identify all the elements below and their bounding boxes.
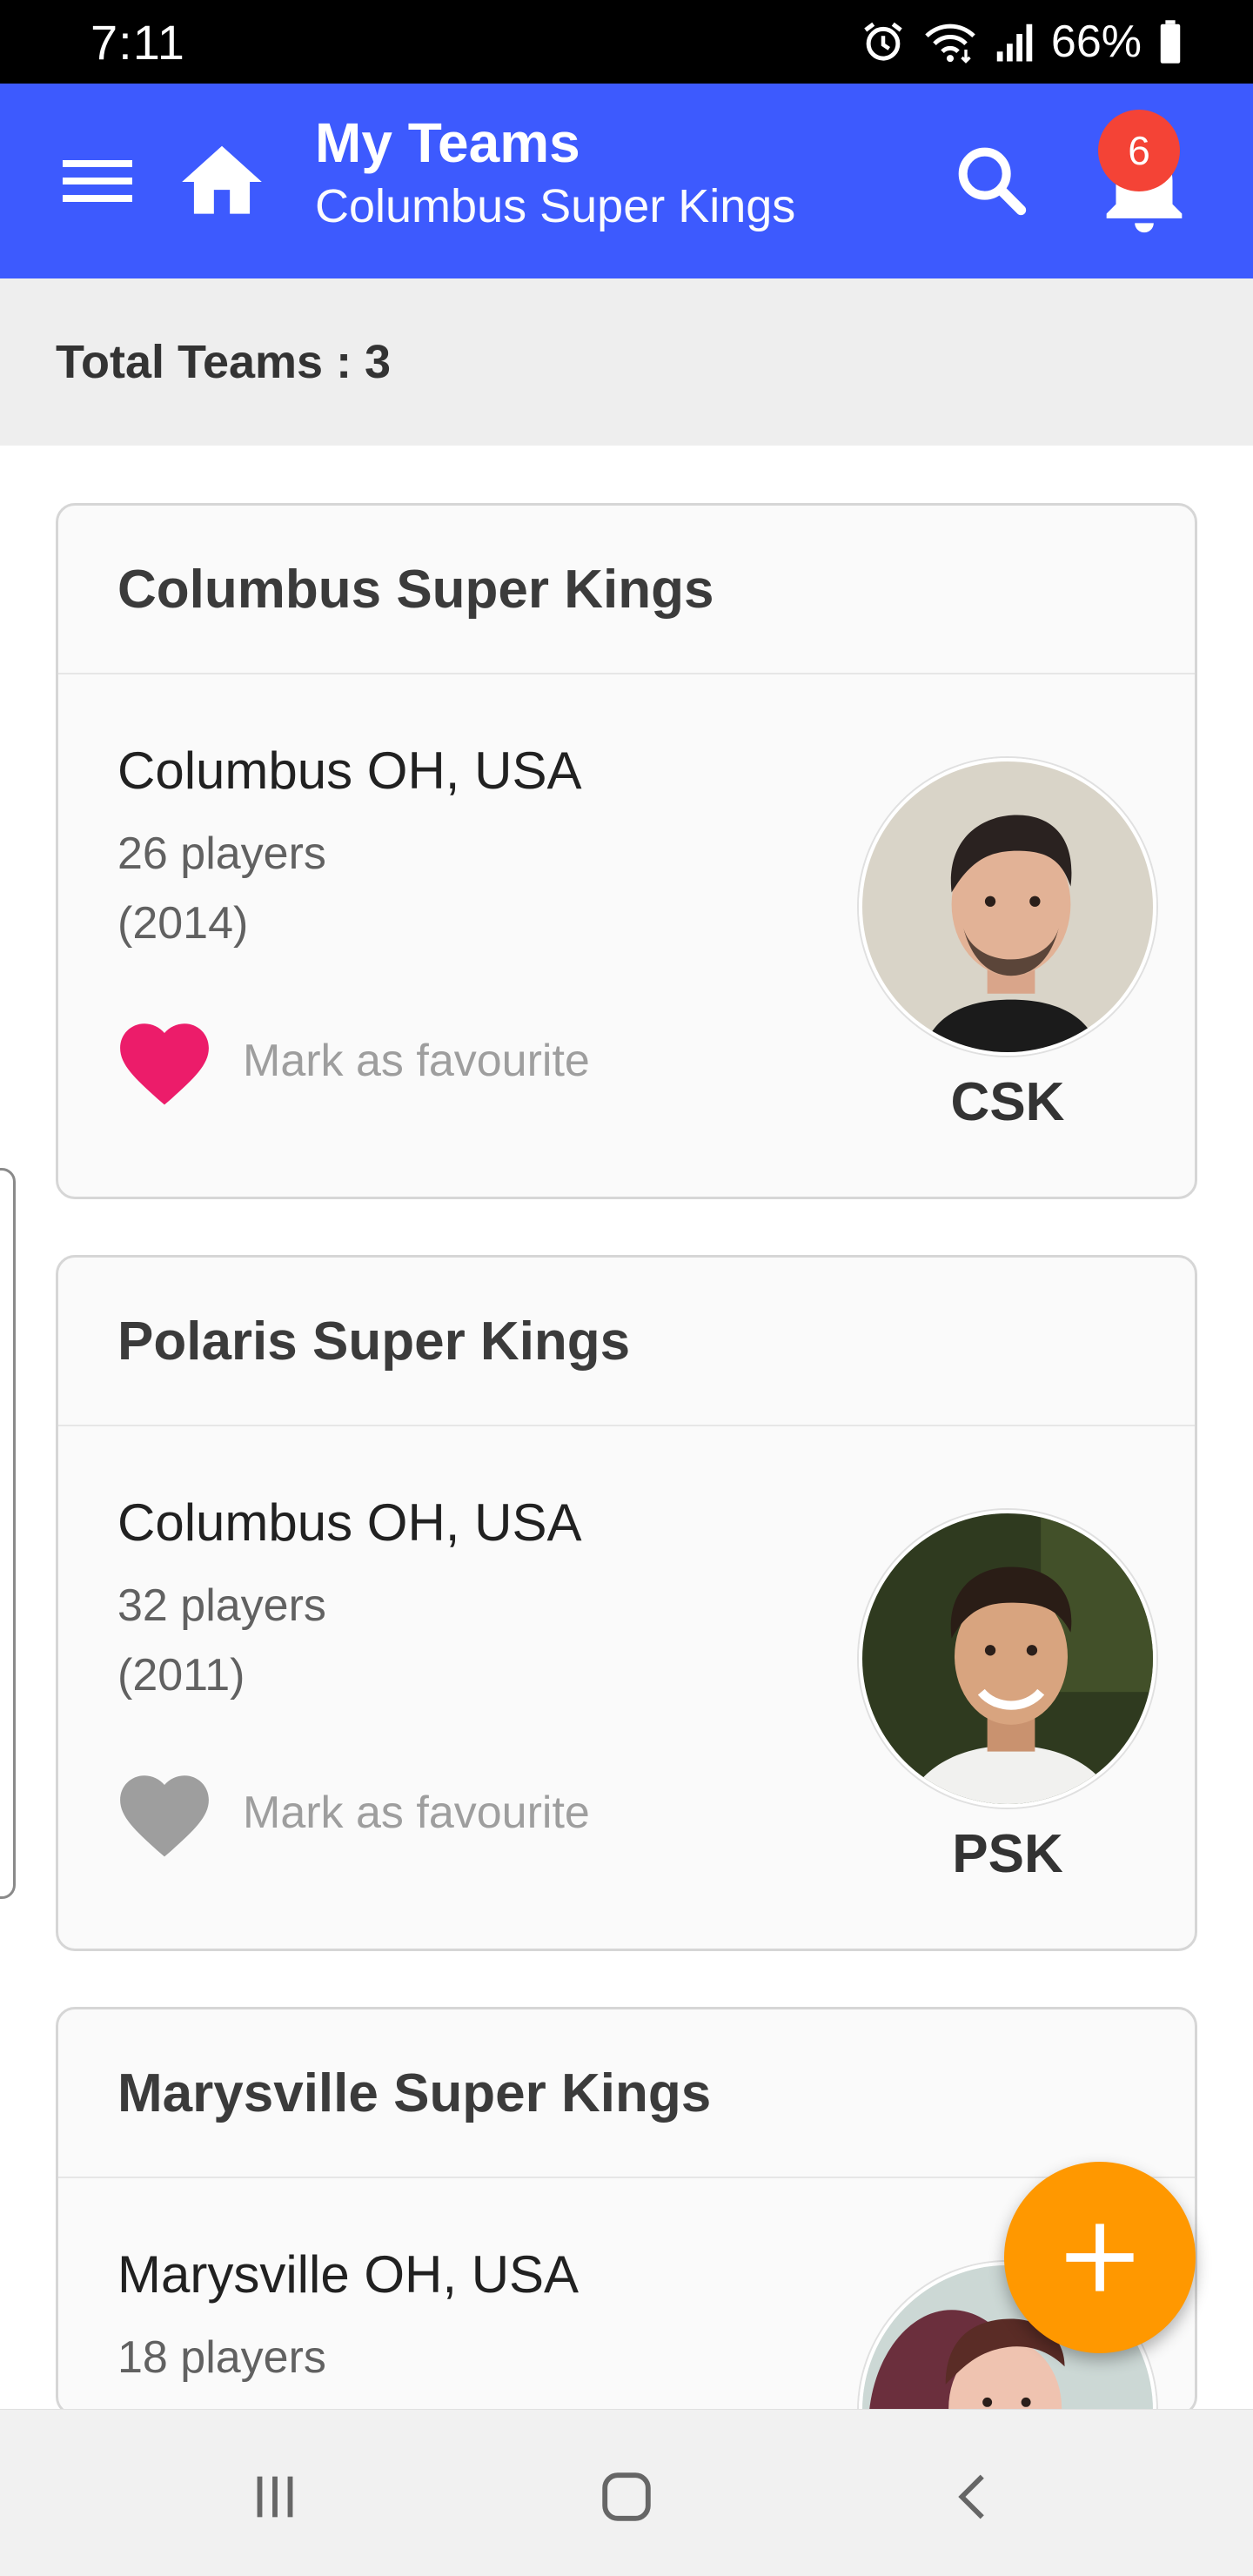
team-avatar [859,758,1156,1056]
team-card-body: Columbus OH, USA 32 players (2011) Mark … [58,1426,1195,1949]
notification-badge: 6 [1098,110,1180,191]
heart-icon[interactable] [111,1010,218,1108]
team-players: 18 players [117,2332,326,2383]
recents-button[interactable] [223,2445,327,2549]
menu-button[interactable] [52,146,143,216]
status-icons: 66% [860,16,1183,68]
app-bar: My Teams Columbus Super Kings [0,84,1253,278]
back-button[interactable] [922,2445,1027,2549]
wifi-icon [925,23,975,64]
recents-icon [257,2476,293,2518]
team-year: (2011) [117,1650,245,1701]
home-icon [182,145,262,214]
battery-percent: 66% [1050,17,1142,67]
menu-icon [63,160,132,202]
team-card[interactable]: Polaris Super Kings Columbus OH, USA 32 … [56,1255,1197,1951]
status-bar: 7:11 66% [0,0,1253,84]
team-location: Columbus OH, USA [117,1493,582,1552]
page-title: My Teams [315,111,580,174]
home-nav-icon [602,2472,651,2521]
plus-icon [1066,2224,1134,2291]
team-players: 32 players [117,1580,326,1631]
status-time: 7:11 [90,14,185,70]
team-card[interactable]: Columbus Super Kings Columbus OH, USA 26… [56,503,1197,1199]
heart-icon[interactable] [111,1762,218,1860]
system-nav-bar [0,2409,1253,2576]
page-subtitle: Columbus Super Kings [315,180,796,232]
home-nav-button[interactable] [574,2445,679,2549]
signal-icon [996,23,1033,62]
drawer-edge-handle[interactable] [0,1168,16,1899]
team-card-body: Columbus OH, USA 26 players (2014) Mark … [58,674,1195,1197]
team-name: Marysville Super Kings [58,2009,1195,2178]
back-icon [958,2474,984,2519]
team-players: 26 players [117,828,326,879]
app-bar-titles: My Teams Columbus Super Kings [315,110,795,237]
team-name: Columbus Super Kings [58,506,1195,674]
battery-icon [1160,20,1181,64]
screen: 7:11 66% My Teams Columbus Super Kings 6… [0,0,1253,2576]
favourite-label[interactable]: Mark as favourite [243,1035,590,1087]
team-name: Polaris Super Kings [58,1258,1195,1426]
total-teams-bar: Total Teams : 3 [0,278,1253,446]
search-button[interactable] [948,138,1035,225]
add-team-button[interactable] [1004,2162,1196,2353]
team-avatar [859,1510,1156,1808]
search-icon [958,147,1027,216]
team-abbreviation: PSK [952,1824,1063,1884]
team-location: Columbus OH, USA [117,741,582,800]
total-teams-label: Total Teams : 3 [56,336,392,388]
home-button[interactable] [174,134,270,230]
favourite-label[interactable]: Mark as favourite [243,1787,590,1839]
team-year: (2014) [117,898,249,949]
team-location: Marysville OH, USA [117,2245,580,2304]
team-abbreviation: CSK [950,1072,1065,1132]
alarm-icon [864,22,902,61]
